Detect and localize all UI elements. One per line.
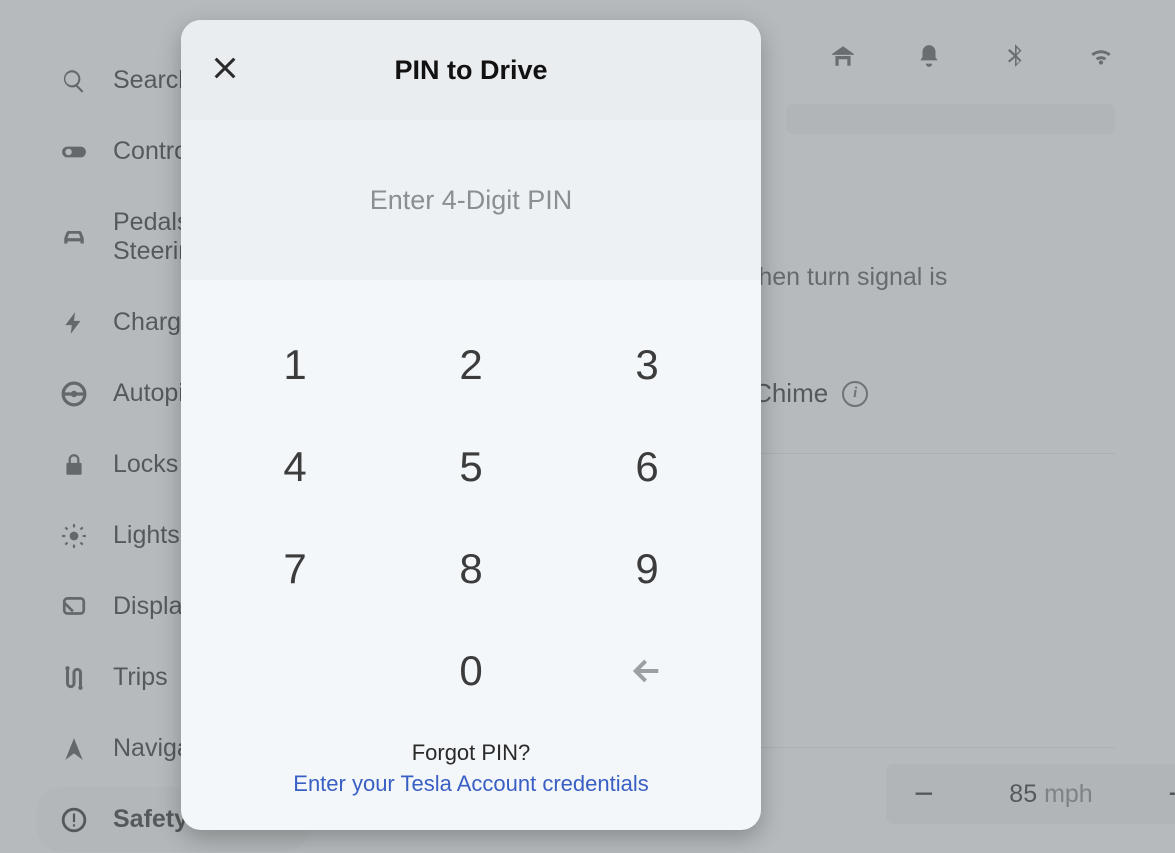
forgot-section: Forgot PIN? Enter your Tesla Account cre… (181, 738, 761, 830)
close-icon (211, 54, 239, 82)
key-4[interactable]: 4 (221, 430, 369, 504)
key-0[interactable]: 0 (397, 634, 545, 708)
key-5[interactable]: 5 (397, 430, 545, 504)
forgot-link[interactable]: Enter your Tesla Account credentials (211, 769, 731, 800)
keypad: 1 2 3 4 5 6 7 8 9 0 (181, 280, 761, 738)
key-9[interactable]: 9 (573, 532, 721, 606)
backspace-icon (630, 654, 664, 688)
forgot-question: Forgot PIN? (211, 738, 731, 769)
key-8[interactable]: 8 (397, 532, 545, 606)
key-backspace[interactable] (573, 634, 721, 708)
dialog-title: PIN to Drive (394, 55, 547, 86)
dialog-header: PIN to Drive (181, 20, 761, 120)
key-6[interactable]: 6 (573, 430, 721, 504)
key-blank (221, 634, 369, 708)
close-button[interactable] (207, 50, 243, 86)
key-3[interactable]: 3 (573, 328, 721, 402)
key-1[interactable]: 1 (221, 328, 369, 402)
pin-prompt-text: Enter 4-Digit PIN (370, 185, 573, 216)
pin-to-drive-dialog: PIN to Drive Enter 4-Digit PIN 1 2 3 4 5… (181, 20, 761, 830)
pin-prompt-area: Enter 4-Digit PIN (181, 120, 761, 280)
key-2[interactable]: 2 (397, 328, 545, 402)
key-7[interactable]: 7 (221, 532, 369, 606)
